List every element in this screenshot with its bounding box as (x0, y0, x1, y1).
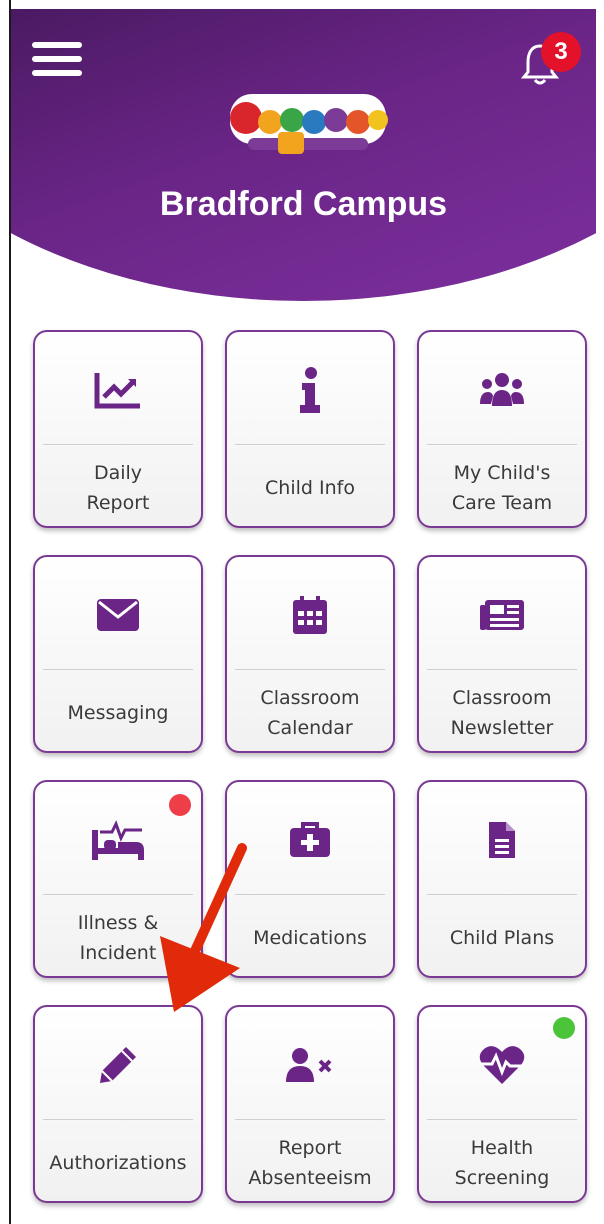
tile-health-screening[interactable]: Health Screening (417, 1005, 587, 1203)
tile-label: Classroom Newsletter (450, 687, 554, 739)
tile-care-team[interactable]: My Child's Care Team (417, 330, 587, 528)
tile-classroom-newsletter[interactable]: Classroom Newsletter (417, 555, 587, 753)
envelope-icon (35, 587, 201, 643)
tile-report-absenteeism[interactable]: Report Absenteeism (225, 1005, 395, 1203)
screen-left-edge (0, 0, 11, 1224)
tile-authorizations[interactable]: Authorizations (33, 1005, 203, 1203)
newspaper-icon (419, 587, 585, 643)
tile-label: My Child's Care Team (451, 462, 553, 514)
tile-label: Health Screening (454, 1137, 550, 1189)
tile-classroom-calendar[interactable]: Classroom Calendar (225, 555, 395, 753)
heartbeat-icon (419, 1037, 585, 1093)
info-icon (227, 362, 393, 418)
screen-right-edge (596, 0, 604, 1224)
users-icon (419, 362, 585, 418)
user-times-icon (227, 1037, 393, 1093)
document-icon (419, 812, 585, 868)
tile-daily-report[interactable]: Daily Report (33, 330, 203, 528)
lullaboo-logo (230, 94, 388, 154)
pencil-icon (35, 1037, 201, 1093)
tile-label: Child Plans (449, 927, 555, 949)
tile-messaging[interactable]: Messaging (33, 555, 203, 753)
calendar-icon (227, 587, 393, 643)
tile-label: Classroom Calendar (260, 687, 360, 739)
hamburger-menu-icon[interactable] (32, 42, 82, 78)
tile-child-plans[interactable]: Child Plans (417, 780, 587, 978)
tile-child-info[interactable]: Child Info (225, 330, 395, 528)
red-annotation-arrow (160, 843, 247, 1012)
tile-label: Daily Report (86, 462, 150, 514)
chart-line-icon (35, 362, 201, 418)
notification-badge[interactable]: 3 (541, 32, 581, 72)
campus-title: Bradford Campus (159, 185, 448, 223)
tile-label: Report Absenteeism (248, 1137, 372, 1189)
status-dot (553, 1017, 575, 1039)
tile-label: Authorizations (49, 1152, 187, 1174)
tile-label: Child Info (265, 477, 355, 499)
tile-label: Messaging (67, 702, 169, 724)
